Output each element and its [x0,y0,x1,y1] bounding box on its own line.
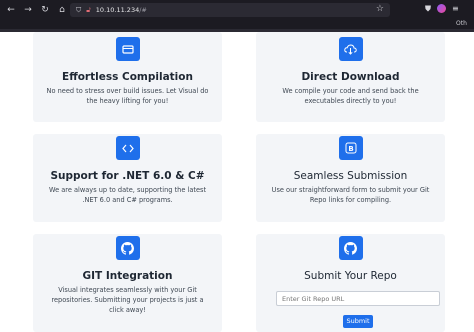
extension-icon[interactable] [437,4,446,13]
repo-url-input[interactable] [276,291,440,306]
feature-card-submission: B Seamless Submission Use our straightfo… [256,134,445,222]
card-title: Seamless Submission [293,170,408,182]
url-bar[interactable]: ⛉ 🔓︎ 10.10.11.234/# ☆ [70,3,390,17]
card-description: Visual integrates seamlessly with your G… [51,286,204,314]
lock-icon: 🔓︎ [86,5,91,14]
url-path: /# [139,6,147,14]
toolbar-right: ⛊ ≡ [425,4,459,14]
menu-icon[interactable]: ≡ [452,4,459,14]
bookmark-star-icon[interactable]: ☆ [376,4,384,14]
url-host: 10.10.11.234 [95,6,140,14]
code-icon [115,136,140,160]
browser-toolbar: ← → ↻ ⌂ ⛉ 🔓︎ 10.10.11.234/# ☆ ⛊ ≡ [0,0,474,20]
submit-button[interactable]: Submit [343,315,373,328]
submit-repo-card: Submit Your Repo Submit [256,234,445,332]
github-icon [338,236,363,260]
home-icon[interactable]: ⌂ [57,5,67,15]
bookmarks-bar: Oth [0,20,474,29]
forward-icon[interactable]: → [23,5,33,15]
nav-buttons: ← → ↻ ⌂ [0,5,70,15]
card-title: GIT Integration [82,270,173,282]
bootstrap-icon: B [338,136,363,160]
box-icon [115,37,140,61]
pocket-icon[interactable]: ⛊ [425,4,431,14]
feature-card-dotnet: Support for .NET 6.0 & C# We are always … [33,134,222,222]
submit-repo-title: Submit Your Repo [304,270,397,282]
svg-text:B: B [348,145,353,153]
other-bookmarks[interactable]: Oth [456,20,467,27]
shield-icon: ⛉ [76,5,82,14]
card-title: Support for .NET 6.0 & C# [50,170,205,182]
feature-card-compilation: Effortless Compilation No need to stress… [33,32,222,122]
reload-icon[interactable]: ↻ [40,5,50,15]
card-title: Direct Download [301,71,400,83]
feature-card-git: GIT Integration Visual integrates seamle… [33,234,222,332]
card-description: We are always up to date, supporting the… [48,186,207,204]
card-description: We compile your code and send back the e… [282,87,419,105]
feature-card-download: Direct Download We compile your code and… [256,32,445,122]
back-icon[interactable]: ← [6,5,16,15]
card-title: Effortless Compilation [62,71,193,83]
card-description: No need to stress over build issues. Let… [46,87,209,105]
github-icon [115,236,140,260]
cloud-download-icon [338,37,363,61]
card-description: Use our straightforward form to submit y… [271,186,430,204]
